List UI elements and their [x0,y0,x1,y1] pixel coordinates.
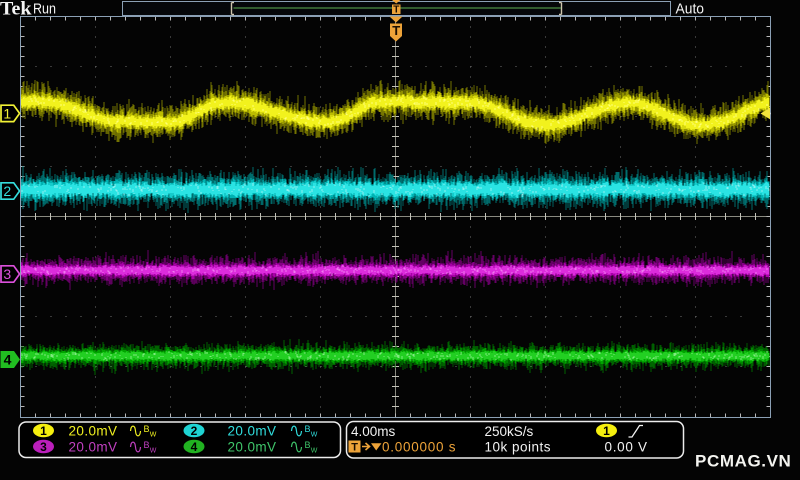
svg-text:B: B [144,440,150,450]
svg-text:W: W [150,431,157,438]
svg-text:4.00ms: 4.00ms [351,424,396,439]
svg-text:B: B [305,440,311,450]
svg-text:1: 1 [40,424,47,438]
svg-text:T: T [393,5,399,16]
svg-text:W: W [311,447,318,454]
svg-text:0.000000 s: 0.000000 s [382,440,456,455]
svg-text:3: 3 [3,266,11,282]
svg-text:2: 2 [3,183,11,199]
svg-text:2: 2 [191,424,198,438]
svg-text:4: 4 [4,352,12,368]
svg-text:B: B [144,424,150,434]
svg-text:250kS/s: 250kS/s [485,424,534,439]
svg-text:1: 1 [603,424,610,438]
svg-text:20.0mV: 20.0mV [69,424,118,439]
svg-text:10k points: 10k points [485,440,552,455]
svg-text:3: 3 [40,440,47,454]
svg-text:T: T [351,441,358,453]
svg-text:T: T [392,23,400,38]
svg-text:Run: Run [33,1,56,18]
svg-text:B: B [305,424,311,434]
svg-text:W: W [150,447,157,454]
svg-text:4: 4 [191,440,198,454]
svg-text:20.0mV: 20.0mV [228,440,277,455]
svg-text:0.00 V: 0.00 V [605,440,648,455]
svg-text:W: W [311,431,318,438]
svg-text:PCMAG.VN: PCMAG.VN [695,452,791,471]
svg-text:Tek: Tek [0,0,32,20]
svg-text:1: 1 [3,105,11,121]
svg-text:20.0mV: 20.0mV [228,424,277,439]
svg-text:20.0mV: 20.0mV [69,440,118,455]
svg-text:Auto: Auto [676,1,705,18]
